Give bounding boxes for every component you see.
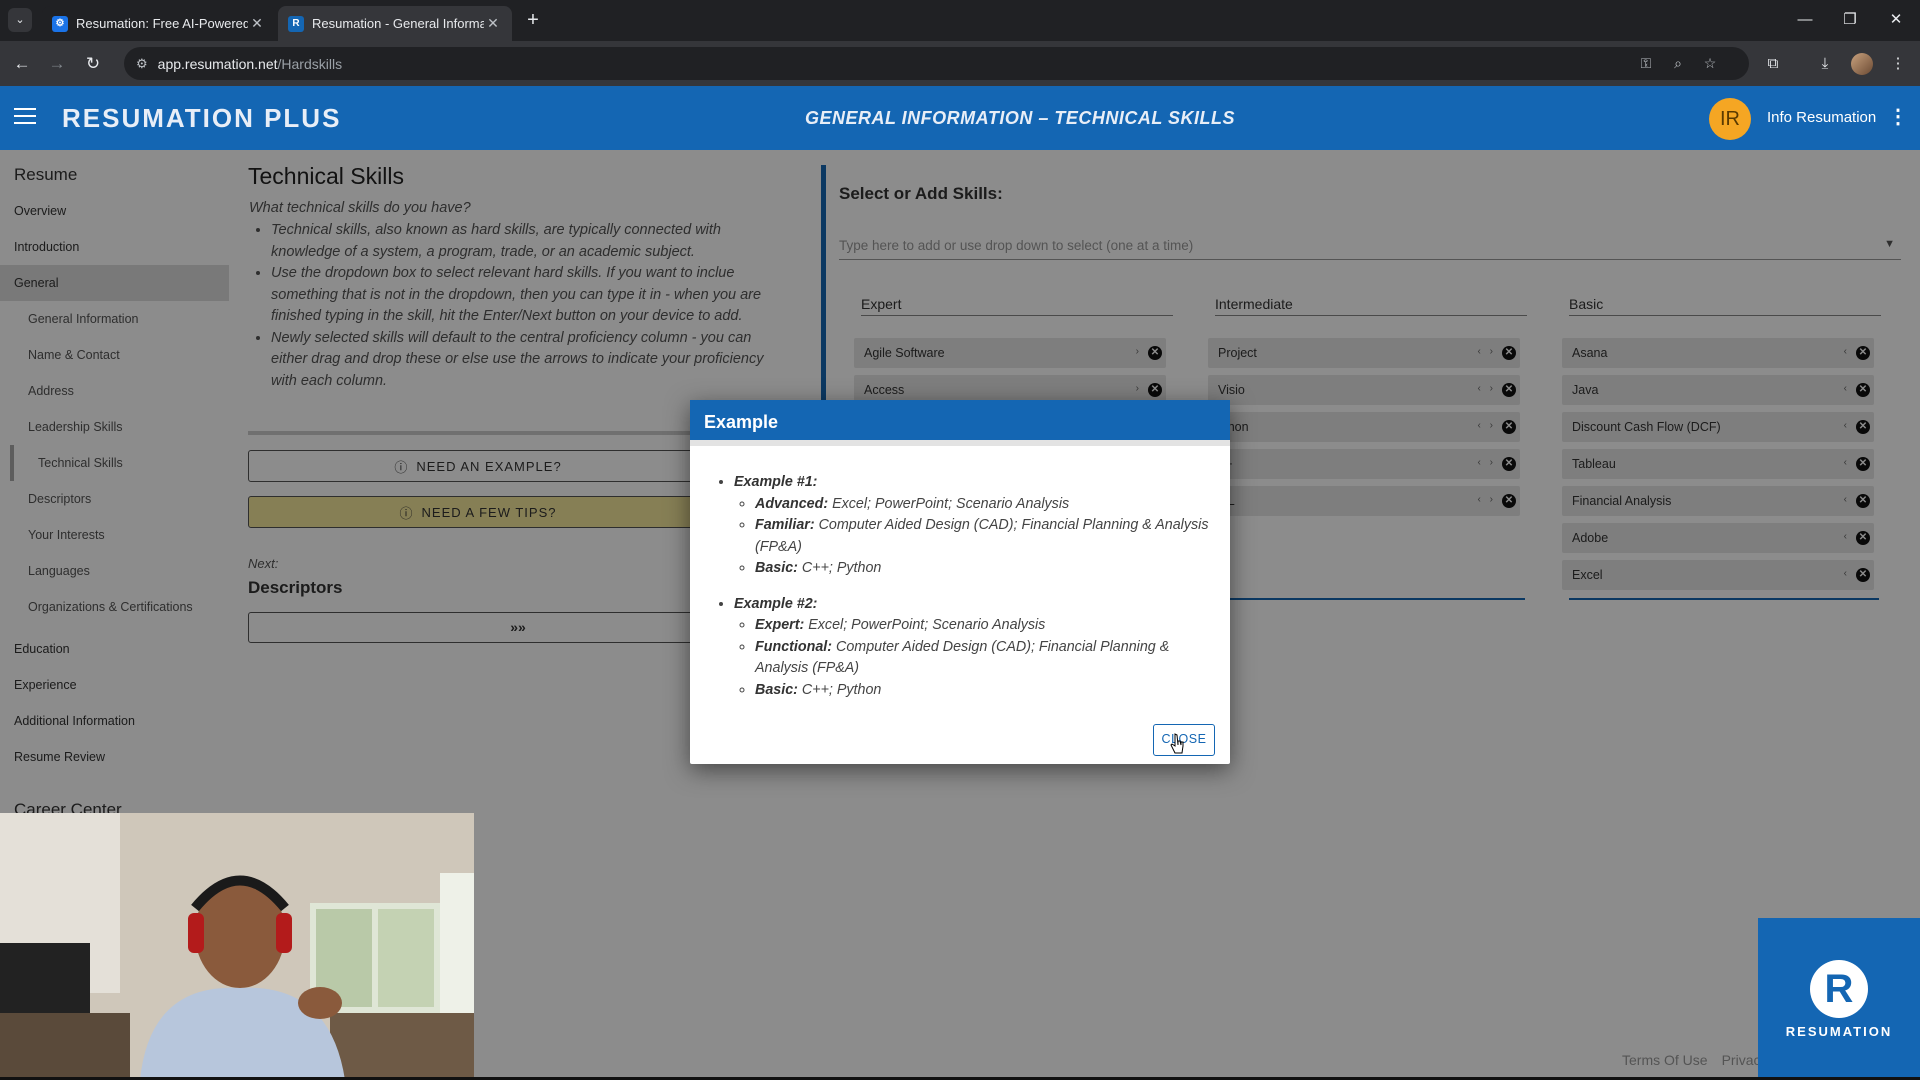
user-avatar[interactable]: IR (1709, 98, 1751, 140)
modal-title: Example (690, 400, 1230, 446)
favicon-icon: ⚙ (52, 15, 68, 32)
level-skills: C++; Python (801, 560, 882, 576)
extensions-icon[interactable]: ⧉ (1760, 51, 1786, 77)
example-modal: Example Example #1: Advanced: Excel; Pow… (690, 400, 1230, 764)
level-label: Functional: (755, 638, 833, 655)
favicon-icon: R (288, 15, 304, 32)
window-close-icon[interactable]: ✕ (1876, 8, 1916, 32)
level-skills: Excel; PowerPoint; Scenario Analysis (832, 495, 1070, 512)
url-host: app.resumation.net (157, 55, 278, 72)
webcam-frame (0, 813, 474, 1080)
browser-tab-strip: ⌄ ⚙ Resumation: Free AI-Powered R ✕ R Re… (0, 0, 1920, 41)
level-skills: Excel; PowerPoint; Scenario Analysis (808, 617, 1046, 633)
profile-avatar[interactable] (1851, 53, 1873, 75)
example-line: Advanced: Excel; PowerPoint; Scenario An… (755, 494, 1216, 516)
modal-body: Example #1: Advanced: Excel; PowerPoint;… (716, 472, 1216, 715)
close-tab-icon[interactable]: ✕ (484, 15, 502, 32)
more-options-icon[interactable]: ⋮ (1888, 104, 1908, 129)
webcam-video (0, 813, 474, 1080)
url-path: /Hardskills (277, 55, 343, 72)
url-text: app.resumation.net/Hardskills (158, 56, 342, 72)
tab-search-button[interactable]: ⌄ (8, 8, 32, 32)
level-label: Expert: (755, 617, 805, 633)
resumation-logo: R RESUMATION (1758, 918, 1920, 1080)
example-line: Expert: Excel; PowerPoint; Scenario Anal… (755, 615, 1216, 637)
level-label: Basic: (755, 560, 798, 576)
example-heading: Example #1: (734, 474, 818, 490)
password-key-icon[interactable]: ⚿ (1634, 51, 1658, 75)
browser-tab-2[interactable]: R Resumation - General Informat ✕ (278, 6, 512, 41)
example-line: Basic: C++; Python (755, 680, 1216, 702)
level-skills: Computer Aided Design (CAD); Financial P… (755, 517, 1209, 555)
site-info-icon[interactable]: ⚙ (136, 56, 148, 72)
example-item: Example #2: Expert: Excel; PowerPoint; S… (734, 594, 1216, 702)
reload-icon[interactable]: ↻ (80, 51, 106, 77)
logo-text: RESUMATION (1785, 1024, 1893, 1039)
back-icon[interactable]: ← (9, 51, 35, 77)
bookmark-star-icon[interactable]: ☆ (1698, 51, 1722, 75)
logo-letter: R (1810, 960, 1868, 1018)
restore-icon[interactable]: ❐ (1830, 8, 1870, 32)
close-tab-icon[interactable]: ✕ (248, 15, 266, 32)
level-label: Basic: (755, 681, 798, 698)
example-line: Functional: Computer Aided Design (CAD);… (755, 637, 1216, 680)
mouse-cursor-icon (1170, 733, 1184, 754)
new-tab-button[interactable]: + (520, 8, 546, 34)
user-name[interactable]: Info Resumation (1767, 109, 1876, 126)
hamburger-menu-icon[interactable] (14, 108, 36, 126)
example-item: Example #1: Advanced: Excel; PowerPoint;… (734, 472, 1216, 580)
example-heading: Example #2: (734, 595, 818, 612)
forward-icon[interactable]: → (44, 51, 70, 77)
zoom-icon[interactable]: ⌕ (1666, 51, 1690, 75)
page-title: GENERAL INFORMATION – TECHNICAL SKILLS (804, 108, 1235, 128)
minimize-icon[interactable]: — (1785, 8, 1825, 32)
chrome-menu-icon[interactable]: ⋮ (1885, 51, 1911, 77)
brand-name: RESUMATION PLUS (62, 103, 342, 133)
example-line: Basic: C++; Python (755, 558, 1216, 580)
browser-tab-1[interactable]: ⚙ Resumation: Free AI-Powered R ✕ (42, 6, 276, 41)
download-icon[interactable]: ⤓ (1812, 51, 1838, 77)
tab-title: Resumation - General Informat (312, 16, 484, 31)
example-line: Familiar: Computer Aided Design (CAD); F… (755, 515, 1216, 558)
level-label: Advanced: (755, 495, 829, 512)
level-skills: C++; Python (801, 681, 882, 698)
browser-toolbar: ← → ↻ ⚙ app.resumation.net/Hardskills ⚿ … (0, 41, 1920, 86)
address-bar[interactable]: ⚙ app.resumation.net/Hardskills ⚿ ⌕ ☆ (124, 47, 1749, 80)
app-header: RESUMATION PLUS GENERAL INFORMATION – TE… (0, 86, 1920, 150)
tab-title: Resumation: Free AI-Powered R (76, 16, 248, 31)
level-label: Familiar: (755, 517, 815, 533)
